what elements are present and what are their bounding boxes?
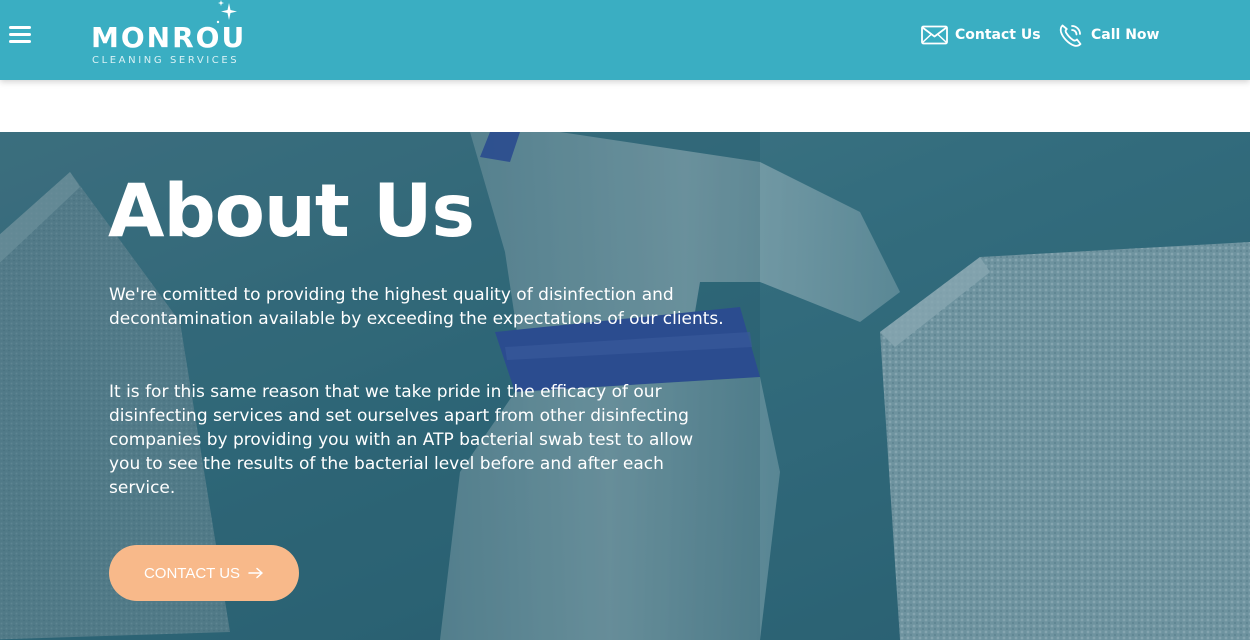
site-header: MONROU CLEANING SERVICES Contact Us Call… bbox=[0, 0, 1250, 80]
call-now-label: Call Now bbox=[1091, 27, 1160, 43]
page-title: About Us bbox=[108, 169, 475, 254]
hamburger-menu-icon[interactable] bbox=[9, 25, 31, 45]
call-now-link[interactable]: Call Now bbox=[1057, 22, 1159, 48]
arrow-right-icon bbox=[248, 567, 263, 579]
header-spacer bbox=[0, 80, 1250, 132]
contact-us-button[interactable]: CONTACT US bbox=[109, 545, 299, 601]
contact-us-button-label: CONTACT US bbox=[143, 564, 241, 582]
about-paragraph-1: We're comitted to providing the highest … bbox=[109, 285, 724, 329]
contact-us-link[interactable]: Contact Us bbox=[921, 22, 1041, 48]
logo[interactable]: MONROU CLEANING SERVICES bbox=[91, 0, 266, 80]
envelope-icon bbox=[921, 25, 948, 45]
phone-icon bbox=[1059, 24, 1082, 47]
logo-name: MONROU bbox=[91, 21, 247, 54]
contact-us-label: Contact Us bbox=[955, 27, 1041, 43]
logo-tagline: CLEANING SERVICES bbox=[92, 55, 240, 66]
about-hero: About Us We're comitted to providing the… bbox=[0, 132, 1250, 640]
about-paragraph-2: It is for this same reason that we take … bbox=[109, 382, 694, 498]
